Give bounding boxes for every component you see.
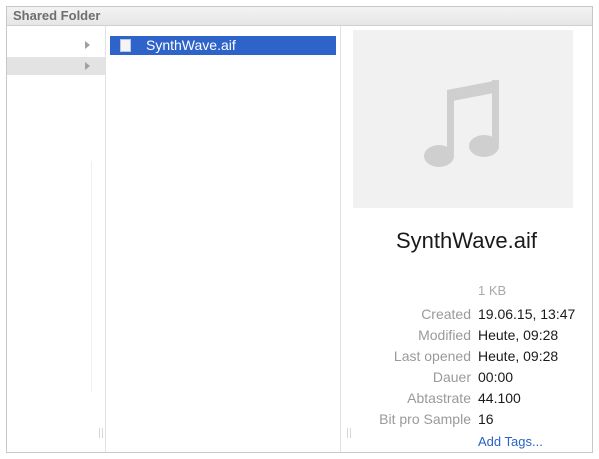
- file-row-selected[interactable]: SynthWave.aif: [110, 36, 336, 55]
- window-header: Shared Folder: [7, 7, 592, 26]
- info-label: Last opened: [393, 348, 471, 364]
- info-value: 00:00: [478, 369, 514, 385]
- file-size: 1 KB: [478, 283, 507, 298]
- file-name: SynthWave.aif: [146, 37, 236, 53]
- info-value: 16: [478, 411, 494, 427]
- info-label: Dauer: [432, 369, 471, 385]
- column-divider: [91, 161, 92, 392]
- info-row-bit-depth: Bit pro Sample 16: [341, 411, 591, 429]
- info-label: Modified: [418, 327, 471, 343]
- disclosure-arrow-icon: [85, 62, 90, 70]
- column-1-row[interactable]: [7, 36, 105, 54]
- column-resize-handle[interactable]: [99, 428, 103, 438]
- info-row-created: Created 19.06.15, 13:47: [341, 306, 591, 324]
- info-row-sample-rate: Abtastrate 44.100: [341, 390, 591, 408]
- add-tags-link[interactable]: Add Tags...: [478, 434, 543, 449]
- info-value: Heute, 09:28: [478, 327, 559, 343]
- audio-file-icon: [120, 39, 131, 52]
- preview-file-name: SynthWave.aif: [395, 228, 538, 253]
- info-label: Created: [421, 306, 471, 322]
- window-title: Shared Folder: [13, 8, 101, 23]
- info-row-duration: Dauer 00:00: [341, 369, 591, 387]
- info-value: 19.06.15, 13:47: [478, 306, 576, 322]
- preview-pane: SynthWave.aif 1 KB Created 19.06.15, 13:…: [341, 26, 592, 452]
- finder-window: Shared Folder SynthWave.aif SynthWave.ai…: [6, 6, 593, 453]
- info-row-last-opened: Last opened Heute, 09:28: [341, 348, 591, 366]
- disclosure-arrow-icon: [85, 41, 90, 49]
- preview-thumbnail: [353, 30, 573, 208]
- column-1-row-selected[interactable]: [7, 57, 105, 75]
- column-1[interactable]: [7, 26, 106, 452]
- info-value: Heute, 09:28: [478, 348, 559, 364]
- column-2[interactable]: SynthWave.aif: [106, 26, 351, 452]
- info-value: 44.100: [478, 390, 521, 406]
- info-label: Bit pro Sample: [379, 411, 471, 427]
- music-note-icon: [424, 80, 499, 167]
- info-row-modified: Modified Heute, 09:28: [341, 327, 591, 345]
- info-label: Abtastrate: [407, 390, 471, 406]
